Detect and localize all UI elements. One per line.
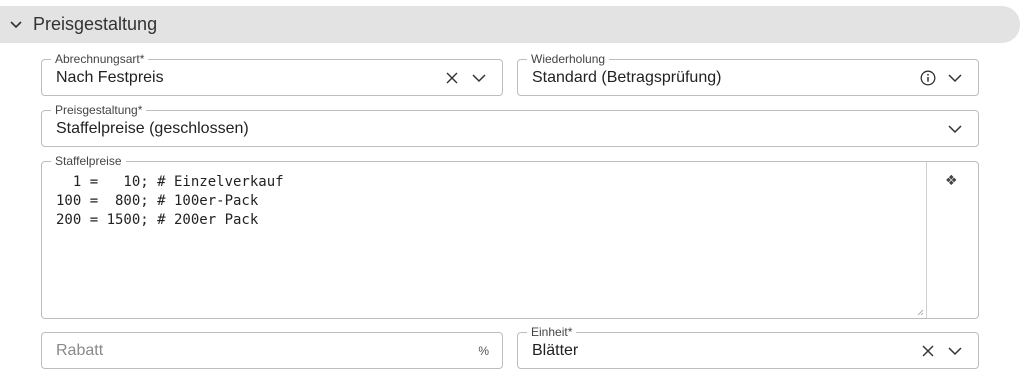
preisgestaltung-value: Staffelpreise (geschlossen) xyxy=(56,120,249,137)
staffelpreise-value[interactable]: 1 = 10; # Einzelverkauf 100 = 800; # 100… xyxy=(56,173,284,230)
textarea-side-panel: ❖ xyxy=(926,162,978,318)
chevron-down-icon xyxy=(10,21,22,29)
chevron-down-icon[interactable] xyxy=(471,70,487,86)
staffelpreise-textarea[interactable]: Staffelpreise 1 = 10; # Einzelverkauf 10… xyxy=(41,154,979,319)
preisgestaltung-label: Preisgestaltung* xyxy=(51,103,147,117)
preisgestaltung-select[interactable]: Preisgestaltung* Staffelpreise (geschlos… xyxy=(41,103,979,147)
rabatt-placeholder: Rabatt xyxy=(56,342,104,359)
wiederholung-select[interactable]: Wiederholung Standard (Betragsprüfung) xyxy=(517,52,979,96)
chevron-down-icon[interactable] xyxy=(947,70,963,86)
abrechnungsart-value: Nach Festpreis xyxy=(56,69,164,86)
einheit-select[interactable]: Einheit* Blätter xyxy=(517,325,979,369)
einheit-label: Einheit* xyxy=(527,325,577,339)
chevron-down-icon[interactable] xyxy=(947,121,963,137)
close-icon[interactable] xyxy=(446,72,458,84)
abrechnungsart-label: Abrechnungsart* xyxy=(51,52,149,66)
close-icon[interactable] xyxy=(922,345,934,357)
chevron-down-icon[interactable] xyxy=(947,343,963,359)
section-header-preisgestaltung[interactable]: Preisgestaltung xyxy=(0,6,1020,43)
rabatt-input[interactable]: Rabatt % xyxy=(41,332,503,369)
abrechnungsart-select[interactable]: Abrechnungsart* Nach Festpreis xyxy=(41,52,503,96)
resize-grip-icon[interactable] xyxy=(917,309,924,316)
percent-suffix: % xyxy=(478,344,489,358)
staffelpreise-label: Staffelpreise xyxy=(51,154,126,168)
einheit-value: Blätter xyxy=(532,342,579,359)
section-title: Preisgestaltung xyxy=(33,14,158,34)
wiederholung-value: Standard (Betragsprüfung) xyxy=(532,69,722,86)
wiederholung-label: Wiederholung xyxy=(527,52,610,66)
info-icon[interactable] xyxy=(920,70,936,86)
move-icon[interactable]: ❖ xyxy=(945,172,958,189)
